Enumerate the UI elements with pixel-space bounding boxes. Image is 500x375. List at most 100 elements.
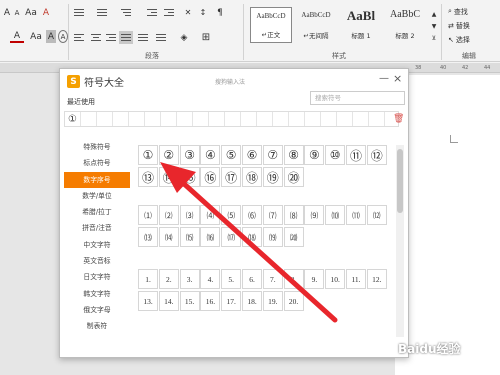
symbol-cell[interactable]: 2. — [158, 269, 179, 289]
symbol-cell[interactable]: ③ — [179, 145, 200, 165]
category-item[interactable]: 数学/单位 — [64, 188, 130, 204]
style-normal[interactable]: AaBbCcD ↵正文 — [250, 7, 292, 43]
recent-symbol[interactable] — [289, 112, 305, 126]
category-item[interactable]: 希腊/拉丁 — [64, 204, 130, 220]
recent-symbol[interactable] — [129, 112, 145, 126]
style-heading-2[interactable]: AaBbC 标题 2 — [384, 7, 426, 43]
symbol-cell[interactable]: ⑽ — [325, 205, 346, 225]
replace-button[interactable]: ⇄ 替换 — [448, 19, 498, 32]
category-item[interactable]: 数字序号 — [64, 171, 130, 188]
recent-symbol[interactable] — [273, 112, 289, 126]
symbol-cell[interactable]: ④ — [200, 145, 221, 165]
symbol-cell[interactable]: ⑯ — [200, 167, 221, 187]
symbol-cell[interactable]: 1. — [138, 269, 158, 289]
recent-symbol[interactable] — [321, 112, 337, 126]
clear-format-button[interactable]: A — [40, 6, 52, 19]
symbol-cell[interactable]: ⒄ — [221, 227, 242, 247]
symbol-cell[interactable]: ⑮ — [179, 167, 200, 187]
symbol-cell[interactable]: ⑰ — [221, 167, 242, 187]
symbol-cell[interactable]: ⑷ — [200, 205, 221, 225]
recent-symbol[interactable] — [257, 112, 273, 126]
bullets-icon[interactable] — [73, 8, 85, 18]
style-no-spacing[interactable]: AaBbCcD ↵无间隔 — [294, 7, 338, 43]
category-item[interactable]: 中文字符 — [64, 237, 130, 253]
multilevel-list-icon[interactable] — [120, 8, 132, 18]
find-button[interactable]: ⌕ 查找 — [448, 5, 498, 18]
recent-symbol[interactable] — [225, 112, 241, 126]
symbol-cell[interactable]: 20. — [283, 291, 304, 311]
recent-symbol[interactable] — [209, 112, 225, 126]
symbol-cell[interactable]: 13. — [138, 291, 158, 311]
align-left-icon[interactable] — [73, 33, 85, 43]
recent-symbol[interactable] — [305, 112, 321, 126]
symbol-cell[interactable]: ② — [158, 145, 179, 165]
enclose-char-button[interactable]: A — [58, 30, 68, 43]
symbol-cell[interactable]: ⑵ — [158, 205, 179, 225]
search-input[interactable]: 搜索符号 — [310, 91, 405, 105]
decrease-indent-icon[interactable] — [146, 8, 158, 18]
symbol-cell[interactable]: ⑻ — [283, 205, 304, 225]
justify-icon[interactable] — [119, 31, 133, 44]
symbol-cell[interactable]: ⑶ — [179, 205, 200, 225]
distributed-icon[interactable] — [137, 33, 149, 43]
symbol-cell[interactable]: ⒂ — [179, 227, 200, 247]
category-item[interactable]: 拼音/注音 — [64, 220, 130, 236]
symbol-cell[interactable]: ⑹ — [242, 205, 262, 225]
category-item[interactable]: 特殊符号 — [64, 139, 130, 155]
recent-symbol[interactable] — [241, 112, 257, 126]
symbol-cell[interactable]: ① — [138, 145, 158, 165]
symbol-cell[interactable]: 8. — [283, 269, 304, 289]
font-color-button[interactable]: A — [10, 30, 24, 43]
symbol-cell[interactable]: ⑱ — [242, 167, 262, 187]
symbol-cell[interactable]: ⑩ — [325, 145, 346, 165]
symbol-cell[interactable]: ⑸ — [221, 205, 242, 225]
recent-symbol[interactable] — [353, 112, 369, 126]
symbol-cell[interactable]: ⑼ — [304, 205, 325, 225]
symbol-cell[interactable]: 4. — [200, 269, 221, 289]
symbol-cell[interactable]: ⑬ — [138, 167, 158, 187]
symbol-cell[interactable]: 10. — [325, 269, 346, 289]
line-spacing-icon[interactable] — [155, 33, 167, 43]
show-marks-icon[interactable]: ¶ — [214, 6, 226, 19]
symbol-cell[interactable]: ⑤ — [221, 145, 242, 165]
category-item[interactable]: 英文音标 — [64, 253, 130, 269]
symbol-cell[interactable]: 9. — [304, 269, 325, 289]
numbering-icon[interactable] — [96, 8, 108, 18]
scrollbar-thumb[interactable] — [397, 149, 403, 213]
symbol-cell[interactable]: ⒁ — [158, 227, 179, 247]
minimize-icon[interactable]: — — [379, 73, 389, 84]
symbol-cell[interactable]: ⑭ — [158, 167, 179, 187]
symbol-cell[interactable]: 15. — [179, 291, 200, 311]
char-shading-button[interactable]: A — [46, 30, 56, 43]
symbol-cell[interactable]: 12. — [366, 269, 387, 289]
select-button[interactable]: ↖ 选择 — [448, 33, 498, 46]
symbol-cell[interactable]: ⑫ — [366, 145, 387, 165]
symbol-cell[interactable]: 6. — [242, 269, 262, 289]
trash-icon[interactable]: 🗑 — [393, 114, 404, 124]
symbol-cell[interactable]: 3. — [179, 269, 200, 289]
symbol-cell[interactable]: ⑴ — [138, 205, 158, 225]
align-right-icon[interactable] — [105, 33, 117, 43]
symbol-cell[interactable]: ⑲ — [262, 167, 283, 187]
recent-symbol[interactable] — [369, 112, 385, 126]
symbol-cell[interactable]: 18. — [242, 291, 262, 311]
sort-icon[interactable]: ↕ — [197, 6, 209, 19]
styles-more-icon[interactable]: ⊻ — [430, 32, 438, 45]
font-size-decrease-button[interactable]: A — [12, 6, 22, 19]
recent-symbol[interactable] — [97, 112, 113, 126]
category-item[interactable]: 韩文字符 — [64, 286, 130, 302]
symbol-cell[interactable]: 19. — [262, 291, 283, 311]
recent-symbol[interactable] — [193, 112, 209, 126]
symbol-cell[interactable]: 7. — [262, 269, 283, 289]
category-item[interactable]: 制表符 — [64, 318, 130, 334]
symbol-cell[interactable]: 14. — [158, 291, 179, 311]
symbol-cell[interactable]: ⑨ — [304, 145, 325, 165]
increase-indent-icon[interactable] — [163, 8, 175, 18]
symbol-cell[interactable]: 17. — [221, 291, 242, 311]
change-case-button[interactable]: Aa — [23, 6, 39, 19]
shading-icon[interactable]: ◈ — [178, 31, 190, 44]
symbol-cell[interactable]: ⑳ — [283, 167, 304, 187]
recent-symbol[interactable] — [81, 112, 97, 126]
recent-symbol[interactable] — [145, 112, 161, 126]
category-item[interactable]: 标点符号 — [64, 155, 130, 171]
